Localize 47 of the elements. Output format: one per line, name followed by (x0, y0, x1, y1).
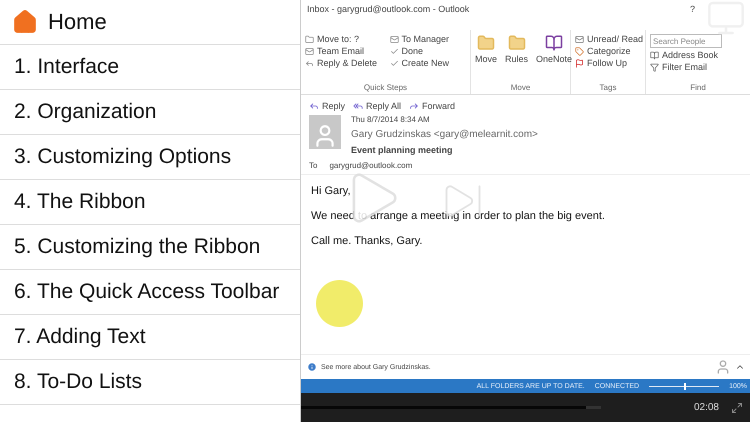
message-sender: Gary Grudzinskas <gary@melearnit.com> (351, 129, 538, 140)
quick-step[interactable]: Create New (390, 58, 466, 68)
step-icon (305, 58, 314, 68)
info-icon (307, 362, 317, 372)
notebook-icon (545, 34, 564, 52)
group-label: Find (689, 83, 707, 94)
message-subject: Event planning meeting (351, 145, 454, 155)
message-line: Hi Gary, (311, 185, 352, 197)
group-label: Quick Steps (362, 83, 408, 94)
step-icon (390, 34, 398, 44)
quick-step[interactable]: Done (390, 46, 466, 56)
quick-step[interactable]: To Manager (390, 34, 466, 44)
cursor-highlight (316, 280, 363, 327)
find-icon (650, 62, 659, 72)
folder-icon (508, 34, 526, 52)
step-icon (305, 34, 314, 44)
step-icon (305, 46, 314, 56)
mail-action[interactable]: Forward (409, 101, 456, 111)
folder-icon (477, 34, 495, 52)
tag-button[interactable]: Categorize (575, 46, 644, 56)
to-label: To (309, 161, 318, 170)
search-field[interactable]: Search People (650, 34, 722, 48)
ribbon-button[interactable]: OneNote (536, 34, 572, 64)
playback-time: 02:08 (694, 402, 719, 413)
help-button[interactable]: ? (690, 4, 695, 14)
quick-step[interactable]: Move to: ? (305, 34, 382, 44)
group-label: Tags (598, 83, 618, 94)
message-date: Thu 8/7/2014 8:34 AM (351, 115, 431, 124)
recipient: garygrud@outlook.com (329, 161, 412, 170)
quick-step[interactable]: Reply & Delete (305, 58, 382, 68)
ribbon-button[interactable]: Rules (505, 34, 528, 64)
quick-step[interactable]: Team Email (305, 46, 382, 56)
avatar (309, 115, 341, 149)
find-button[interactable]: Address Book (650, 50, 746, 60)
ribbon-button[interactable]: Move (475, 34, 498, 64)
group-label: Move (510, 83, 532, 94)
message-line: Call me. Thanks, Gary. (311, 235, 424, 247)
fullscreen-icon (731, 402, 743, 414)
person-icon (715, 359, 731, 375)
find-button[interactable]: Filter Email (650, 62, 746, 72)
find-icon (650, 50, 659, 60)
mail-action[interactable]: Reply All (353, 101, 402, 111)
home-icon (12, 9, 38, 35)
tag-button[interactable]: Follow Up (575, 58, 644, 68)
mail-action[interactable]: Reply (309, 101, 346, 111)
window-title: Inbox - garygrud@outlook.com - Outlook (307, 4, 470, 14)
tag-button[interactable]: Unread/ Read (575, 34, 644, 44)
